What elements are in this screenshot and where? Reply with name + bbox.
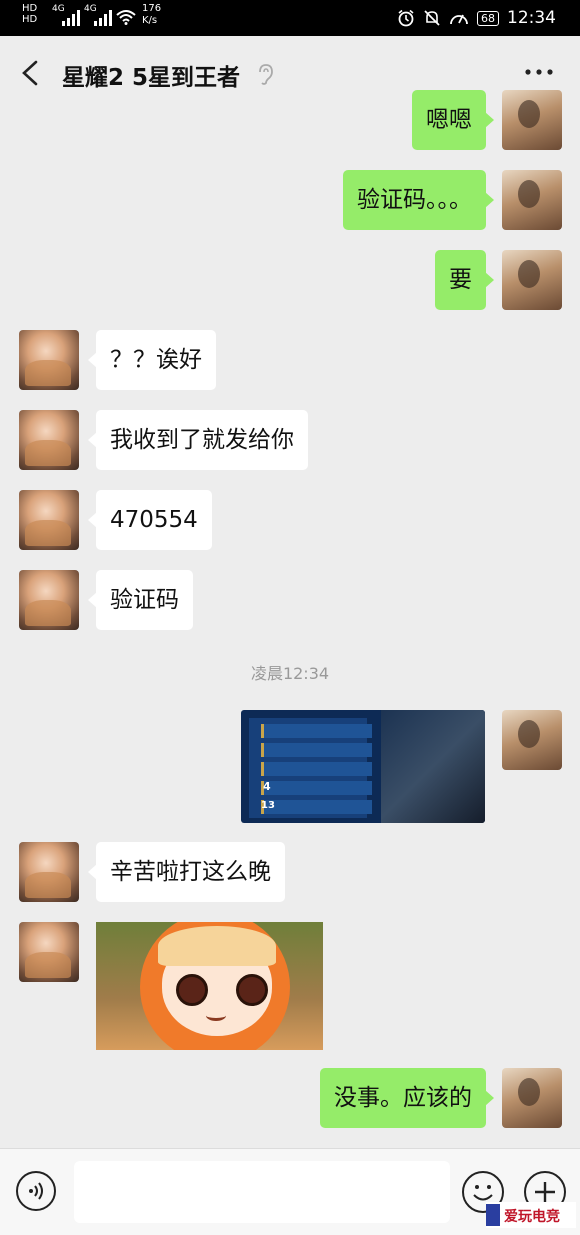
game-screenshot-image[interactable]: 4 13 — [241, 710, 485, 823]
wifi-icon — [116, 10, 136, 25]
sticker-hair — [158, 926, 276, 966]
alarm-icon — [398, 9, 414, 27]
message-input[interactable] — [74, 1161, 450, 1223]
chat-header: 星耀2 5星到王者 — [0, 36, 580, 110]
back-arrow-icon[interactable] — [16, 56, 46, 90]
signal-icon-2 — [94, 10, 112, 26]
game-rank-row — [261, 800, 372, 814]
contact-avatar[interactable] — [19, 842, 79, 902]
status-right: 68 12:34 — [397, 8, 556, 28]
sticker-eye — [236, 974, 268, 1006]
mute-bell-icon — [424, 10, 440, 26]
network-speed: 176 K/s — [142, 3, 161, 27]
chat-timestamp: 凌晨12:34 — [250, 664, 330, 683]
my-avatar[interactable] — [502, 710, 562, 770]
hd-indicators: HD HD — [22, 3, 37, 25]
game-rank-number: 4 — [263, 780, 271, 793]
speedometer-icon — [450, 14, 468, 25]
battery-indicator: 68 — [477, 10, 499, 26]
contact-avatar[interactable] — [19, 922, 79, 982]
site-watermark: 爱玩电竞 — [486, 1202, 576, 1228]
message-bubble-received[interactable]: 验证码 — [88, 570, 193, 630]
contact-avatar[interactable] — [19, 410, 79, 470]
message-bubble-received[interactable]: 辛苦啦打这么晚 — [88, 842, 285, 902]
sticker-eye — [176, 974, 208, 1006]
game-rank-panel: 4 13 — [249, 718, 372, 818]
my-avatar[interactable] — [502, 170, 562, 230]
my-avatar[interactable] — [502, 90, 562, 150]
contact-avatar[interactable] — [19, 490, 79, 550]
game-rank-row — [261, 743, 372, 757]
message-bubble-sent[interactable]: 嗯嗯 — [412, 90, 494, 150]
anime-sticker-image[interactable] — [96, 922, 323, 1050]
my-avatar[interactable] — [502, 1068, 562, 1128]
earpiece-mode-icon — [259, 64, 273, 85]
voice-icon — [29, 1182, 43, 1200]
message-bubble-sent[interactable]: 验证码。。。 — [343, 170, 494, 230]
message-bubble-sent[interactable]: 要 — [435, 250, 494, 310]
watermark-logo-icon — [486, 1204, 500, 1226]
contact-avatar[interactable] — [19, 570, 79, 630]
game-rank-row — [261, 762, 372, 776]
sticker-mouth — [206, 1010, 226, 1021]
contact-avatar[interactable] — [19, 330, 79, 390]
speed-unit: K/s — [142, 15, 158, 26]
chat-title: 星耀2 5星到王者 — [62, 65, 241, 91]
message-bubble-received[interactable]: ？？诶好 — [88, 330, 216, 390]
game-rank-number: 13 — [261, 800, 275, 811]
speed-value: 176 — [142, 3, 162, 14]
status-bar: HD HD 4G 4G 176 K/s 68 12:34 — [0, 0, 580, 36]
watermark-text: 爱玩电竞 — [504, 1209, 560, 1225]
message-bubble-received[interactable]: 470554 — [88, 490, 212, 550]
message-bubble-sent[interactable]: 没事。应该的 — [320, 1068, 494, 1128]
more-options-icon[interactable] — [524, 64, 554, 80]
hd-badge-1: HD — [22, 3, 38, 14]
game-character-art — [381, 710, 485, 823]
hd-badge-2: HD — [22, 14, 38, 25]
game-rank-row — [261, 781, 372, 795]
status-time: 12:34 — [507, 8, 556, 28]
message-bubble-received[interactable]: 我收到了就发给你 — [88, 410, 308, 470]
signal-icon — [62, 10, 80, 26]
voice-input-button[interactable] — [16, 1171, 56, 1211]
my-avatar[interactable] — [502, 250, 562, 310]
game-rank-row — [261, 724, 372, 738]
